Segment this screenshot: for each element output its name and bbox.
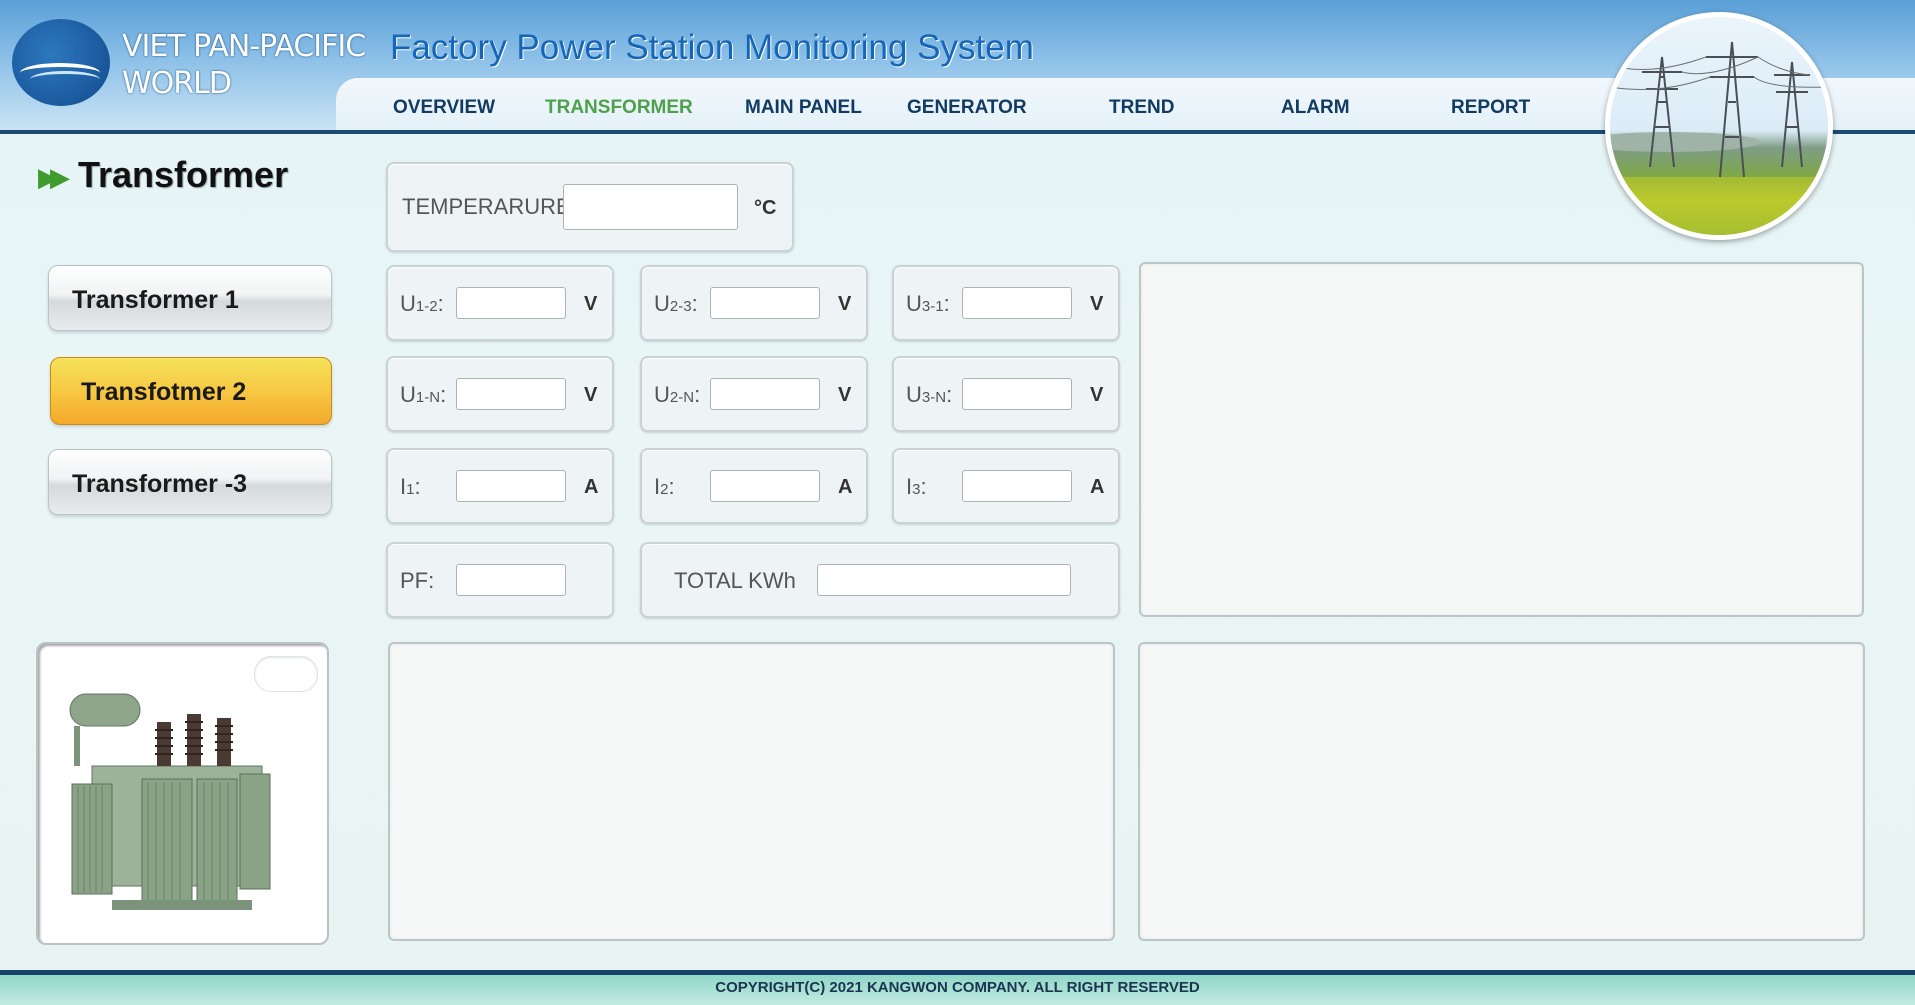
nav-overview[interactable]: OVERVIEW — [393, 97, 495, 119]
company-name-line2: WORLD — [122, 66, 232, 101]
page-title: Transformer — [78, 154, 289, 195]
chart-area-bottom-middle — [388, 642, 1115, 941]
total-kwh-label: TOTAL KWh — [674, 568, 796, 593]
current-i3-panel: I3: A — [892, 448, 1120, 524]
voltage-u2n-unit: V — [838, 384, 852, 406]
app-title: Factory Power Station Monitoring System — [390, 28, 1034, 67]
voltage-u12-label: U1-2: — [400, 291, 444, 316]
voltage-u31-unit: V — [1090, 293, 1104, 315]
voltage-u12-panel: U1-2: V — [386, 265, 614, 341]
voltage-u3n-unit: V — [1090, 384, 1104, 406]
temperature-field[interactable] — [563, 184, 738, 230]
chart-area-top-right — [1139, 262, 1864, 617]
temperature-panel: TEMPERARURE: °C — [386, 162, 794, 252]
current-i2-field[interactable] — [710, 470, 820, 502]
pf-panel: PF: — [386, 542, 614, 618]
voltage-u1n-unit: V — [584, 384, 598, 406]
current-i3-unit: A — [1090, 476, 1105, 498]
current-i3-label: I3: — [906, 474, 927, 499]
sidebar-item-transformer-2[interactable]: Transfotmer 2 — [50, 357, 332, 425]
voltage-u1n-label: U1-N: — [400, 382, 447, 407]
page-title-arrow-icon: ▶▶ — [38, 162, 70, 192]
pf-label: PF: — [400, 568, 435, 593]
sidebar-item-transformer-1[interactable]: Transformer 1 — [48, 265, 332, 331]
transformer-image-frame — [36, 642, 329, 945]
current-i1-field[interactable] — [456, 470, 566, 502]
current-i2-label: I2: — [654, 474, 675, 499]
nav-generator[interactable]: GENERATOR — [907, 97, 1027, 119]
nav-main-panel[interactable]: MAIN PANEL — [745, 97, 862, 119]
current-i2-unit: A — [838, 476, 853, 498]
company-name-line1: VIET PAN-PACIFIC — [122, 29, 366, 64]
power-tower-image — [1605, 12, 1833, 240]
company-logo-icon — [12, 19, 110, 106]
sidebar-item-label: Transfotmer 2 — [81, 378, 247, 406]
nav-transformer[interactable]: TRANSFORMER — [545, 97, 693, 119]
sidebar-item-label: Transformer -3 — [72, 470, 248, 498]
temperature-label: TEMPERARURE: — [402, 194, 577, 219]
total-kwh-panel: TOTAL KWh — [640, 542, 1120, 618]
current-i1-panel: I1: A — [386, 448, 614, 524]
nav-trend[interactable]: TREND — [1109, 97, 1174, 119]
current-i1-label: I1: — [400, 474, 421, 499]
voltage-u23-unit: V — [838, 293, 852, 315]
current-i1-unit: A — [584, 476, 599, 498]
nav-report[interactable]: REPORT — [1451, 97, 1530, 119]
nav-alarm[interactable]: ALARM — [1281, 97, 1350, 119]
voltage-u3n-field[interactable] — [962, 378, 1072, 410]
footer-copyright: COPYRIGHT(C) 2021 KANGWON COMPANY. ALL R… — [715, 979, 1200, 996]
sidebar-item-transformer-3[interactable]: Transformer -3 — [48, 449, 332, 515]
company-name: VIET PAN-PACIFIC WORLD — [122, 28, 366, 102]
total-kwh-field[interactable] — [817, 564, 1071, 596]
voltage-u2n-panel: U2-N: V — [640, 356, 868, 432]
chart-area-bottom-right — [1138, 642, 1865, 941]
voltage-u3n-label: U3-N: — [906, 382, 953, 407]
voltage-u31-panel: U3-1: V — [892, 265, 1120, 341]
power-tower-icon — [1610, 41, 1828, 235]
voltage-u1n-panel: U1-N: V — [386, 356, 614, 432]
voltage-u1n-field[interactable] — [456, 378, 566, 410]
voltage-u2n-label: U2-N: — [654, 382, 701, 407]
voltage-u23-panel: U2-3: V — [640, 265, 868, 341]
pf-field[interactable] — [456, 564, 566, 596]
voltage-u31-field[interactable] — [962, 287, 1072, 319]
sidebar-item-label: Transformer 1 — [72, 286, 239, 314]
temperature-unit: °C — [754, 197, 777, 219]
current-i3-field[interactable] — [962, 470, 1072, 502]
voltage-u31-label: U3-1: — [906, 291, 950, 316]
voltage-u23-field[interactable] — [710, 287, 820, 319]
voltage-u2n-field[interactable] — [710, 378, 820, 410]
transformer-image-icon — [69, 693, 271, 910]
current-i2-panel: I2: A — [640, 448, 868, 524]
voltage-u23-label: U2-3: — [654, 291, 698, 316]
voltage-u12-field[interactable] — [456, 287, 566, 319]
voltage-u12-unit: V — [584, 293, 598, 315]
voltage-u3n-panel: U3-N: V — [892, 356, 1120, 432]
